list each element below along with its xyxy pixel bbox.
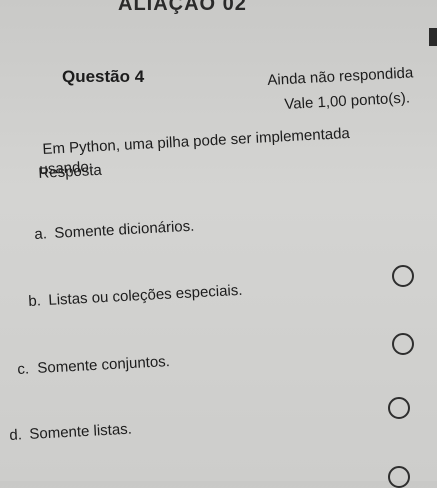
option-d-text: Somente listas. xyxy=(28,420,133,443)
page-header-title: ALIAÇÃO 02 xyxy=(118,0,247,15)
option-d-radio[interactable] xyxy=(388,466,410,488)
option-c-text: Somente conjuntos. xyxy=(36,353,171,377)
question-value: Vale 1,00 ponto(s). xyxy=(284,89,411,113)
option-a-radio[interactable] xyxy=(392,265,414,287)
option-a[interactable]: a. Somente dicionários. xyxy=(34,218,195,243)
question-status: Ainda não respondida xyxy=(267,64,414,89)
answer-label: Resposta xyxy=(38,161,103,182)
option-a-letter: a. xyxy=(34,225,48,243)
corner-marker xyxy=(429,28,437,46)
option-b-letter: b. xyxy=(28,292,42,310)
option-c-radio[interactable] xyxy=(388,397,410,419)
option-c-letter: c. xyxy=(17,360,30,378)
option-b-radio[interactable] xyxy=(392,333,414,355)
question-title: Questão 4 xyxy=(62,67,145,86)
option-c[interactable]: c. Somente conjuntos. xyxy=(17,353,170,378)
option-a-text: Somente dicionários. xyxy=(53,217,195,242)
option-b[interactable]: b. Listas ou coleções especiais. xyxy=(28,282,243,310)
option-b-text: Listas ou coleções especiais. xyxy=(47,281,243,309)
option-d-letter: d. xyxy=(9,426,23,444)
option-d[interactable]: d. Somente listas. xyxy=(9,421,132,444)
